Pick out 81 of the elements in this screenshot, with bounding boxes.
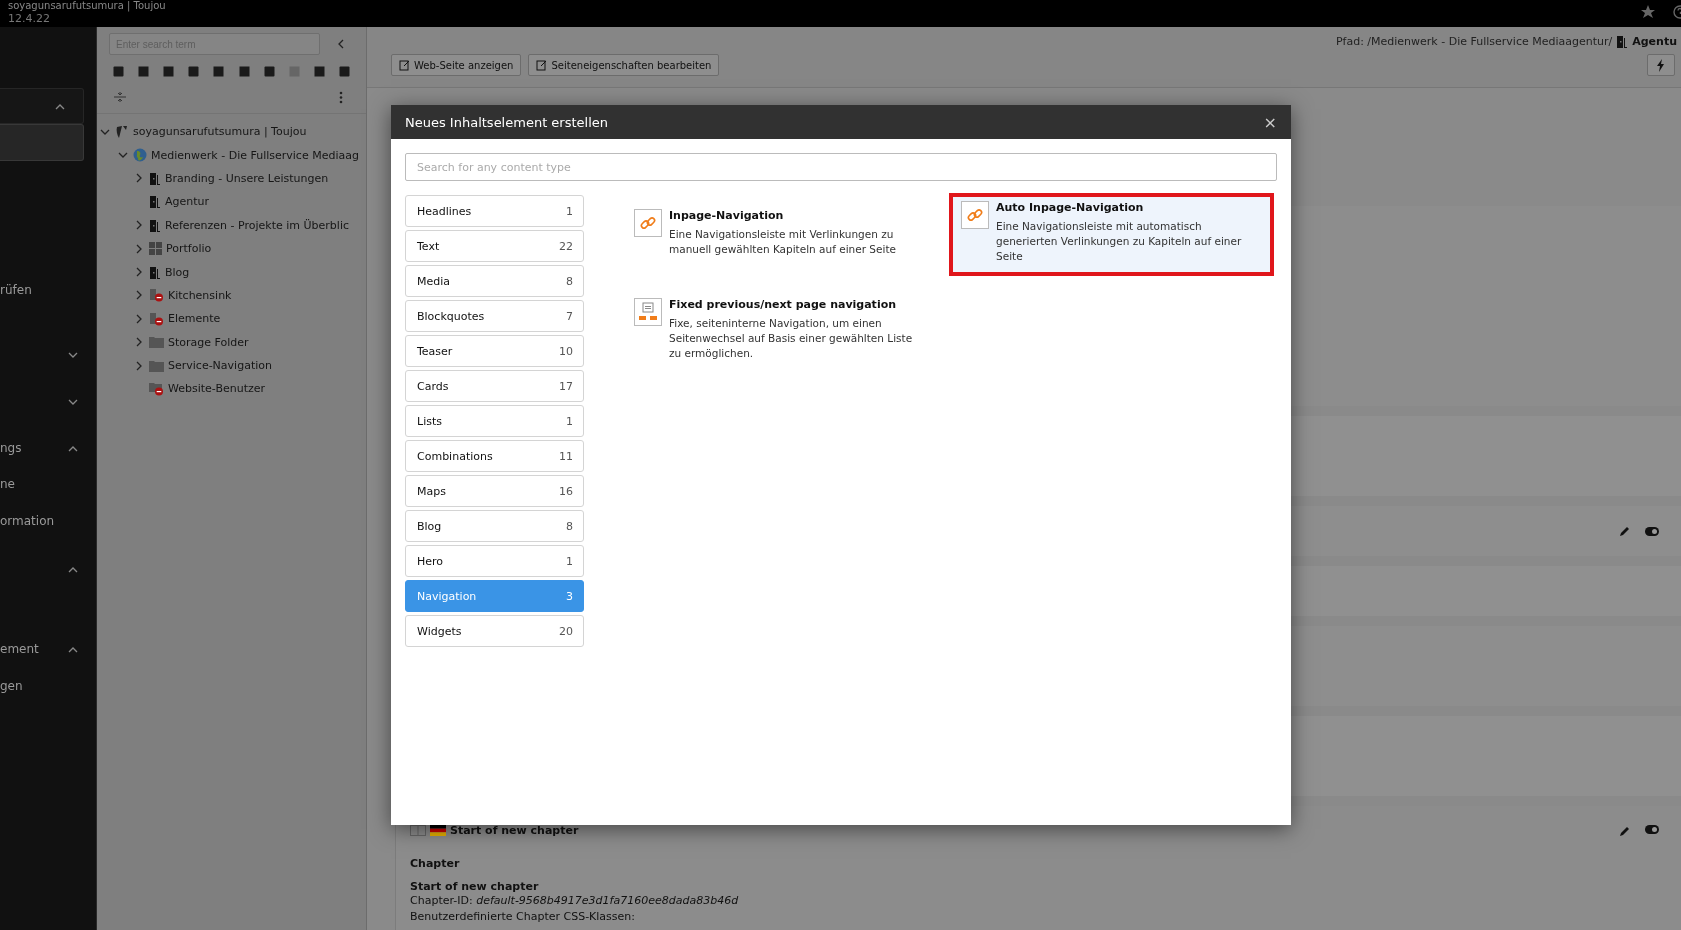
expand-chevron-icon [134, 313, 144, 324]
dialog-title: Neues Inhaltselement erstellen [405, 114, 609, 130]
module-label[interactable]: ormation [0, 514, 55, 528]
content-type-description: Eine Navigationsleiste mit Verlinkungen zu manuell gewählten Kapiteln auf einer Seite [669, 227, 897, 257]
expand-chevron-icon [134, 337, 144, 348]
bolt-icon [1656, 58, 1666, 72]
category-tab[interactable]: Combinations 11 [405, 440, 584, 472]
expand-chevron-icon [134, 267, 144, 278]
category-tab[interactable]: Blog 8 [405, 510, 584, 542]
element-type: Chapter [410, 857, 461, 870]
module-label[interactable]: ngs [0, 441, 22, 455]
tree-item[interactable]: Storage Folder [168, 335, 249, 349]
more-icon[interactable] [339, 90, 343, 104]
tree-item[interactable]: Referenzen - Projekte im Überblic [165, 218, 349, 232]
category-tab[interactable]: Headlines 1 [405, 195, 584, 227]
category-tab[interactable]: Media 8 [405, 265, 584, 297]
pencil-icon[interactable] [1619, 824, 1631, 837]
star-icon[interactable] [1641, 5, 1655, 19]
clear-cache-button[interactable] [1647, 54, 1675, 76]
chapter-css-classes: Benutzerdefinierte Chapter CSS-Klassen: [410, 909, 637, 925]
content-type-card[interactable]: Fixed previous/next page navigation Fixe, seiteninterne Navigation, um einen Seitenwechsel auf Basis einer gewählten Liste zu ermöglichen. [624, 290, 929, 371]
toggle-icon[interactable] [1645, 526, 1659, 536]
expand-chevron-icon [134, 173, 144, 184]
tree-item[interactable]: Elemente [168, 312, 221, 326]
chapter-title: Start of new chapter [410, 880, 540, 893]
close-button[interactable]: × [1263, 112, 1277, 132]
tree-item[interactable]: soyagunsarufutsumura | Toujou [133, 125, 307, 139]
tree-item[interactable]: Medienwerk - Die Fullservice Mediaag [151, 148, 359, 162]
content-type-description: Fixe, seiteninterne Navigation, um einen Seitenwechsel auf Basis einer gewählten Liste zu ermöglichen. [669, 316, 914, 361]
expand-chevron-icon [134, 243, 144, 254]
category-tab[interactable]: Cards 17 [405, 370, 584, 402]
category-tab[interactable]: Hero 1 [405, 545, 584, 577]
pencil-icon[interactable] [1619, 525, 1631, 537]
logo-icon [115, 124, 129, 139]
edit-icon [536, 59, 548, 71]
module-label[interactable]: ement [0, 642, 39, 656]
toggle-icon[interactable] [1645, 824, 1659, 834]
expand-chevron-icon [134, 360, 144, 371]
content-type-title: Fixed previous/next page navigation [669, 298, 898, 311]
content-type-card[interactable]: Auto Inpage-Navigation Eine Navigationsleiste mit automatisch generierten Verlinkungen zu Kapiteln auf einer Seite [949, 193, 1274, 276]
tree-item[interactable]: Agentur [165, 195, 210, 209]
category-tab[interactable]: Maps 16 [405, 475, 584, 507]
view-page-button[interactable]: Web-Seite anzeigen [391, 54, 522, 76]
content-type-card[interactable]: Inpage-Navigation Eine Navigationsleiste mit Verlinkungen zu manuell gewählten Kapiteln auf einer Seite [624, 201, 929, 276]
expand-chevron-icon [134, 220, 144, 231]
tree-item[interactable]: Branding - Unsere Leistungen [165, 171, 329, 185]
category-tab[interactable]: Widgets 20 [405, 615, 584, 647]
chevron-icon [336, 39, 346, 49]
globe-icon [133, 148, 147, 163]
category-tab[interactable]: Text 22 [405, 230, 584, 262]
flag-icon [430, 825, 446, 836]
content-type-title: Inpage-Navigation [669, 209, 785, 222]
tree-item[interactable]: Blog [165, 265, 190, 279]
category-tab[interactable]: Lists 1 [405, 405, 584, 437]
external-link-icon [399, 59, 410, 71]
tree-item[interactable]: Kitchensink [168, 288, 232, 302]
breadcrumb-path: Pfad: /Medienwerk - Die Fullservice Mediaagentur/ [1335, 35, 1613, 48]
module-label[interactable]: gen [0, 679, 23, 693]
expand-chevron-icon [134, 290, 144, 301]
content-type-description: Eine Navigationsleiste mit automatisch generierten Verlinkungen zu Kapiteln auf einer Seite [996, 219, 1243, 264]
module-label[interactable]: ne [0, 477, 15, 491]
version-label: 12.4.22 [8, 12, 51, 25]
tree-item[interactable]: Portfolio [166, 242, 212, 256]
content-type-title: Auto Inpage-Navigation [996, 201, 1145, 214]
element-header: Start of new chapter [450, 824, 579, 837]
hidden-page-icon [149, 311, 164, 326]
chapter-id: Chapter-ID: default-9568b4917e3d1fa7160ee8dada83b46d [410, 893, 740, 909]
tree-item[interactable]: Service-Navigation [168, 359, 272, 373]
module-label[interactable]: rüfen [0, 283, 32, 297]
hidden-page-icon [149, 288, 164, 303]
category-tab[interactable]: Blockquotes 7 [405, 300, 584, 332]
search-field[interactable]: Search for any content type [405, 153, 1277, 181]
filter-icon[interactable] [113, 91, 127, 103]
hidden-folder-icon [149, 382, 164, 396]
layout-icon [410, 825, 426, 836]
tree-item[interactable]: Website-Benutzer [168, 382, 266, 396]
category-tab[interactable]: Teaser 10 [405, 335, 584, 367]
pager-icon [638, 302, 658, 322]
breadcrumb-page[interactable]: Agentu [1632, 35, 1677, 48]
edit-page-button[interactable]: Seiteneigenschaften bearbeiten [528, 54, 720, 76]
site-title: soyagunsarufutsumura | Toujou [8, 0, 166, 12]
